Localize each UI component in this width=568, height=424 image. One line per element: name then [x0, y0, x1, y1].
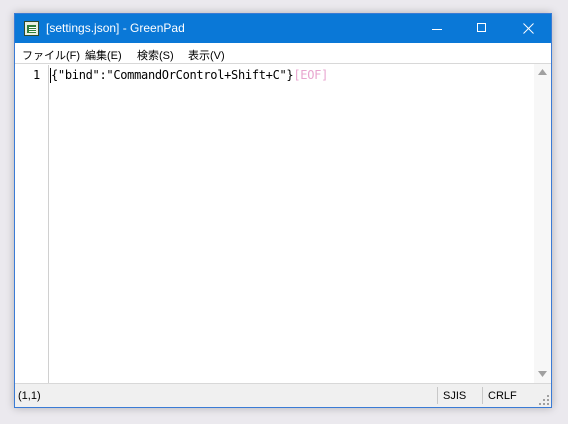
- maximize-icon: [477, 23, 486, 32]
- menu-search[interactable]: 検索(S): [137, 47, 174, 63]
- encoding-indicator[interactable]: SJIS: [443, 390, 466, 402]
- line-number: 1: [33, 68, 41, 82]
- code-line[interactable]: {"bind":"CommandOrControl+Shift+C"}[EOF]: [51, 68, 328, 82]
- menu-bar: ファイル(F) 編集(E) 検索(S) 表示(V): [15, 43, 551, 63]
- window-title: [settings.json] - GreenPad: [46, 21, 185, 35]
- minimize-icon: [432, 29, 442, 30]
- vertical-scrollbar[interactable]: [534, 64, 551, 383]
- scroll-up-button[interactable]: [534, 64, 551, 81]
- menu-edit[interactable]: 編集(E): [85, 47, 122, 63]
- code-text: {"bind":"CommandOrControl+Shift+C"}: [51, 68, 294, 82]
- title-bar[interactable]: [settings.json] - GreenPad: [15, 14, 551, 43]
- close-button[interactable]: [506, 14, 551, 43]
- scroll-down-button[interactable]: [534, 366, 551, 383]
- status-divider: [482, 387, 483, 404]
- triangle-up-icon: [538, 69, 547, 75]
- line-ending-indicator[interactable]: CRLF: [488, 390, 517, 402]
- menu-file[interactable]: ファイル(F): [22, 47, 80, 63]
- triangle-down-icon: [538, 371, 547, 377]
- status-bar: (1,1) SJIS CRLF: [15, 383, 551, 407]
- greenpad-app-icon[interactable]: [24, 21, 39, 36]
- cursor-position: (1,1): [18, 390, 41, 402]
- menu-view[interactable]: 表示(V): [188, 47, 225, 63]
- text-editor[interactable]: 1 {"bind":"CommandOrControl+Shift+C"}[EO…: [15, 63, 551, 383]
- resize-grip-icon[interactable]: [539, 395, 549, 405]
- status-divider: [437, 387, 438, 404]
- maximize-button[interactable]: [460, 14, 505, 43]
- eof-marker: [EOF]: [293, 68, 328, 82]
- minimize-button[interactable]: [415, 14, 460, 43]
- line-number-divider: [48, 65, 49, 383]
- greenpad-window: [settings.json] - GreenPad ファイル(F) 編集(E)…: [14, 13, 552, 408]
- close-icon: [523, 23, 534, 34]
